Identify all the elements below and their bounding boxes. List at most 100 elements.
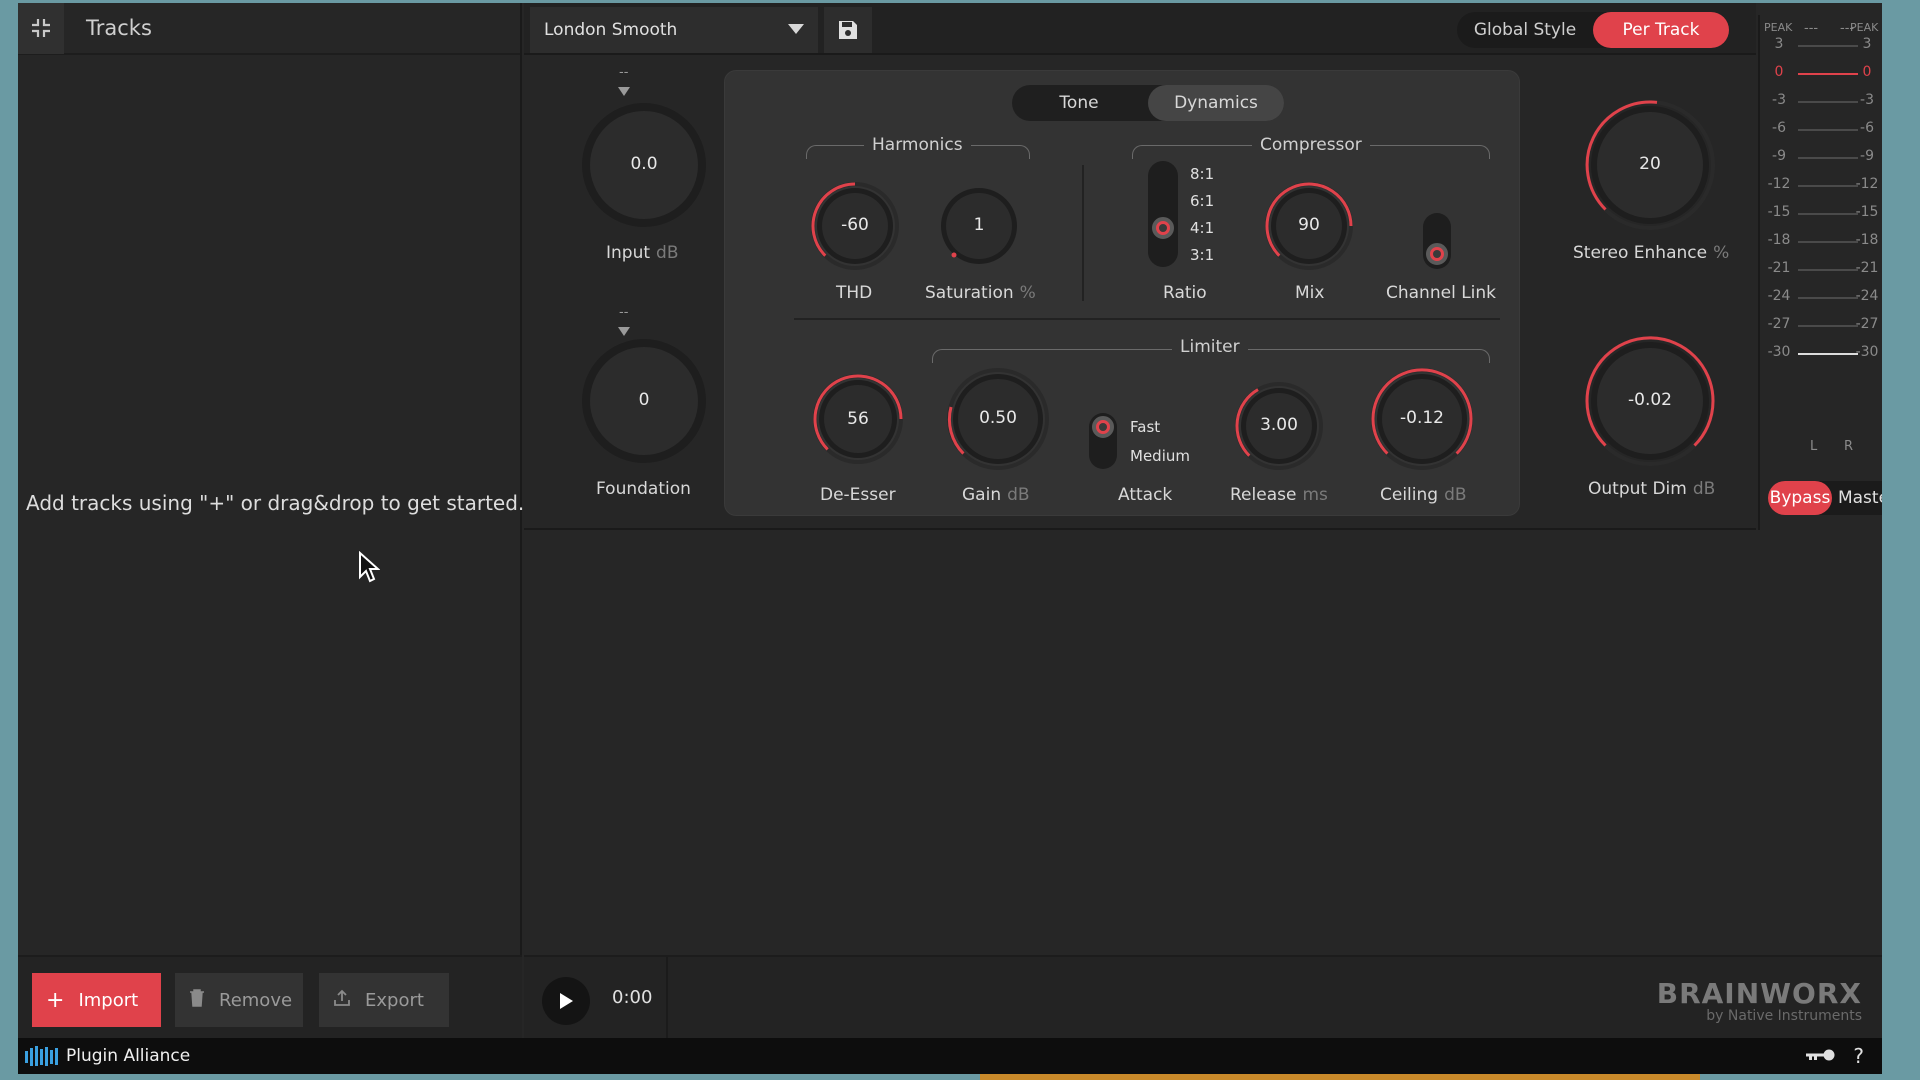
attack-toggle[interactable] [1089, 413, 1117, 469]
section-divider [1082, 165, 1084, 301]
bypass-button[interactable]: Bypass [1768, 481, 1832, 515]
tab-tone[interactable]: Tone [1012, 85, 1146, 121]
play-icon [560, 993, 573, 1009]
ceiling-knob[interactable]: -0.12 [1370, 367, 1474, 471]
playback-time: 0:00 [612, 987, 653, 1008]
global-style-option[interactable]: Global Style [1457, 12, 1593, 48]
release-knob[interactable]: 3.00 [1234, 381, 1324, 471]
meter-gridline [1798, 185, 1858, 187]
input-marker-icon [618, 87, 630, 96]
ratio-option-4-1[interactable]: 4:1 [1190, 219, 1214, 237]
meter-tick-right: -12 [1855, 176, 1879, 192]
remove-button[interactable]: Remove [175, 973, 303, 1027]
ratio-option-3-1[interactable]: 3:1 [1190, 246, 1214, 264]
meter-tick-right: -27 [1855, 316, 1879, 332]
import-button[interactable]: + Import [32, 973, 161, 1027]
preset-name: London Smooth [544, 20, 678, 40]
stereo-enhance-knob[interactable]: 20 [1584, 99, 1716, 231]
attack-option-fast[interactable]: Fast [1130, 418, 1160, 436]
gain-label: Gain dB [962, 485, 1030, 505]
meter-tick-right: 3 [1862, 36, 1872, 52]
gain-knob[interactable]: 0.50 [946, 367, 1050, 471]
preset-dropdown[interactable]: London Smooth [530, 7, 818, 53]
mix-knob[interactable]: 90 [1264, 181, 1354, 271]
meter-tick-right: -30 [1855, 344, 1879, 360]
thd-value: -60 [841, 215, 869, 235]
transport-bar: 0:00 BRAINWORX by Native Instruments [524, 955, 1882, 1040]
ratio-option-6-1[interactable]: 6:1 [1190, 192, 1214, 210]
brand-logo: BRAINWORX by Native Instruments [1657, 977, 1862, 1024]
ceiling-unit: dB [1444, 485, 1467, 505]
meter-tick-left: -15 [1767, 204, 1791, 220]
ceiling-label: Ceiling dB [1380, 485, 1467, 505]
input-label: Input dB [606, 243, 679, 263]
tone-dynamics-tabs: Tone Dynamics [1012, 85, 1284, 121]
tracks-panel: Tracks Add tracks using "+" or drag&drop… [18, 3, 525, 1038]
tracks-title: Tracks [86, 16, 152, 40]
meter-channel-left: L [1810, 439, 1818, 454]
meter-tick-left: -9 [1772, 148, 1786, 164]
waveform-area[interactable] [524, 532, 1882, 955]
export-button[interactable]: Export [319, 973, 449, 1027]
play-button[interactable] [542, 977, 590, 1025]
stereo-enhance-unit: % [1713, 243, 1730, 263]
saturation-label-text: Saturation [925, 283, 1014, 303]
ratio-label: Ratio [1163, 283, 1207, 303]
help-icon[interactable]: ? [1853, 1044, 1864, 1068]
plugin-alliance-name: Plugin Alliance [66, 1046, 191, 1066]
saturation-unit: % [1019, 283, 1036, 303]
input-knob[interactable]: 0.0 [580, 101, 708, 229]
meter-tick-left: -24 [1767, 288, 1791, 304]
ceiling-value: -0.12 [1400, 408, 1444, 428]
meter-gridline [1798, 297, 1858, 299]
master-button[interactable]: Master [1836, 481, 1882, 515]
mix-label: Mix [1295, 283, 1325, 303]
meter-gridline [1798, 45, 1858, 47]
export-icon [333, 988, 351, 1013]
mix-value: 90 [1298, 215, 1320, 235]
collapse-icon[interactable] [18, 3, 64, 54]
meter-channel-right: R [1844, 439, 1854, 454]
de-esser-knob[interactable]: 56 [812, 373, 904, 465]
mouse-cursor-icon [359, 551, 380, 583]
output-dim-label: Output Dim dB [1588, 479, 1715, 499]
input-indicator: -- [619, 65, 629, 80]
remove-label: Remove [219, 989, 293, 1011]
release-label: Release ms [1230, 485, 1328, 505]
per-track-option[interactable]: Per Track [1593, 12, 1729, 48]
gain-unit: dB [1007, 485, 1030, 505]
tab-dynamics[interactable]: Dynamics [1148, 85, 1284, 121]
meter-tick-right: -9 [1860, 148, 1874, 164]
foundation-knob[interactable]: 0 [580, 337, 708, 465]
brand-name: BRAINWORX [1656, 977, 1862, 1010]
ratio-slider[interactable] [1148, 161, 1178, 267]
meter-tick-left: -30 [1767, 344, 1791, 360]
input-value: 0.0 [630, 154, 658, 174]
input-unit: dB [656, 243, 679, 263]
peak-label-right: PEAK [1850, 21, 1879, 34]
ratio-handle[interactable] [1152, 217, 1174, 239]
thd-knob[interactable]: -60 [810, 181, 900, 271]
channel-link-toggle[interactable] [1423, 213, 1451, 269]
meter-tick-left: 3 [1774, 36, 1784, 52]
channel-link-handle[interactable] [1426, 243, 1448, 265]
key-icon[interactable] [1805, 1044, 1835, 1068]
attack-option-medium[interactable]: Medium [1130, 447, 1190, 465]
output-dim-knob[interactable]: -0.02 [1584, 335, 1716, 467]
meter-tick-right: -3 [1860, 92, 1874, 108]
harmonics-title: Harmonics [864, 135, 971, 155]
export-label: Export [365, 989, 424, 1011]
meter-tick-right: -24 [1855, 288, 1879, 304]
meter-tick-left: 0 [1774, 64, 1784, 80]
empty-tracks-message: Add tracks using "+" or drag&drop to get… [26, 491, 525, 515]
meter-tick-right: -6 [1860, 120, 1874, 136]
attack-handle[interactable] [1092, 416, 1114, 438]
meter-tick-right: -18 [1855, 232, 1879, 248]
tracks-footer: + Import Remove Export [18, 955, 522, 1038]
peak-value-left: --- [1804, 21, 1819, 36]
ratio-option-8-1[interactable]: 8:1 [1190, 165, 1214, 183]
meter-tick-left: -21 [1767, 260, 1791, 276]
meter-gridline [1798, 129, 1858, 131]
save-preset-button[interactable] [824, 7, 872, 53]
saturation-knob[interactable]: 1 [934, 181, 1024, 271]
